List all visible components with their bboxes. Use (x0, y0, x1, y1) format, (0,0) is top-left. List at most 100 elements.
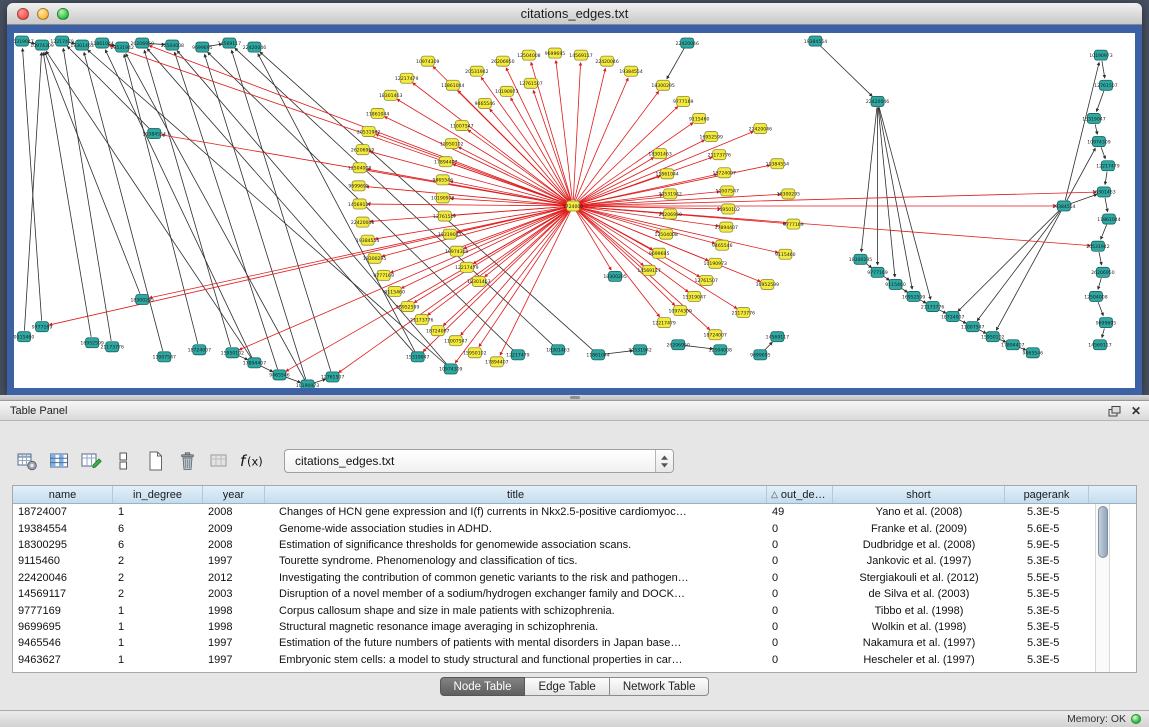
column-header-pagerank[interactable]: pagerank (1005, 486, 1089, 503)
table-row[interactable]: 1830029562008Estimation of significance … (13, 537, 1136, 553)
network-node[interactable]: 17894407 (485, 357, 508, 367)
tab-network-table[interactable]: Network Table (610, 677, 710, 696)
network-canvas-svg[interactable]: 1724000109743091221747918301463118610442… (14, 33, 1135, 388)
network-node[interactable]: 18300295 (651, 80, 674, 90)
network-node[interactable]: 20531942 (628, 345, 651, 355)
network-node[interactable]: 26206950 (666, 340, 689, 350)
network-node[interactable]: 12217479 (395, 73, 418, 83)
network-node[interactable]: 12504008 (161, 40, 184, 50)
network-node[interactable]: 12761507 (695, 275, 718, 285)
column-header-year[interactable]: year (203, 486, 265, 503)
network-node[interactable]: 12504008 (348, 163, 371, 173)
network-node[interactable]: 17894407 (434, 157, 457, 167)
network-node[interactable]: 11861044 (586, 350, 609, 360)
network-node[interactable]: 20531942 (1086, 241, 1109, 251)
network-node[interactable]: 9699695 (348, 181, 369, 191)
network-node[interactable]: 15319047 (406, 352, 429, 362)
table-row[interactable]: 969969511998Structural magnetic resonanc… (13, 619, 1136, 635)
table-mode-icon[interactable] (14, 448, 40, 474)
network-node[interactable]: 26206950 (658, 209, 681, 219)
delete-table-icon[interactable] (174, 448, 200, 474)
network-node[interactable]: 12504008 (1084, 291, 1107, 301)
network-node[interactable]: 10190973 (1089, 50, 1112, 60)
network-node[interactable]: 10190973 (495, 86, 518, 96)
network-node[interactable]: 10974309 (416, 56, 439, 66)
network-node[interactable]: 11007547 (444, 336, 467, 346)
network-node[interactable]: 16952599 (902, 291, 925, 301)
float-panel-icon[interactable] (1108, 406, 1121, 417)
network-node[interactable]: 12761507 (519, 78, 542, 88)
column-header-in_degree[interactable]: in_degree (113, 486, 203, 503)
network-node[interactable]: 9115460 (885, 279, 906, 289)
network-node[interactable]: 9699695 (1096, 318, 1117, 328)
minimize-window-button[interactable] (37, 8, 49, 20)
column-header-name[interactable]: name (13, 486, 113, 503)
network-node[interactable]: 11007547 (450, 120, 473, 130)
network-node[interactable]: 22420046 (243, 42, 266, 52)
network-node[interactable]: 9777169 (867, 267, 888, 277)
zoom-window-button[interactable] (57, 8, 69, 20)
network-node[interactable]: 14569117 (1088, 340, 1111, 350)
network-node[interactable]: 22420046 (675, 38, 698, 48)
network-node[interactable]: 21173776 (732, 308, 755, 318)
network-node[interactable]: 18301463 (1092, 187, 1115, 197)
network-node[interactable]: 9465546 (433, 175, 454, 185)
table-scrollbar[interactable] (1095, 504, 1110, 672)
table-row[interactable]: 946362711997Embryonic stem cells: a mode… (13, 652, 1136, 668)
network-node[interactable]: 20531942 (658, 189, 681, 199)
network-node[interactable]: 12761507 (433, 211, 456, 221)
network-node[interactable]: 12217479 (455, 262, 478, 272)
network-node[interactable]: 20531942 (465, 66, 488, 76)
network-node[interactable]: 18724007 (188, 345, 211, 355)
network-node[interactable]: 15319047 (1082, 113, 1105, 123)
network-node[interactable]: 18300295 (131, 294, 154, 304)
network-node[interactable]: 18300295 (363, 253, 386, 263)
network-node[interactable]: 22420046 (866, 96, 889, 106)
network-node[interactable]: 12504008 (517, 50, 540, 60)
network-node[interactable]: 14569117 (348, 199, 371, 209)
show-rows-icon[interactable] (110, 448, 136, 474)
column-header-short[interactable]: short (833, 486, 1005, 503)
table-selector-dropdown[interactable]: citations_edges.txt (284, 449, 674, 473)
close-window-button[interactable] (17, 8, 29, 20)
network-node[interactable]: 18300295 (777, 189, 800, 199)
network-node[interactable]: 17894407 (715, 222, 738, 232)
network-node[interactable]: 26206950 (1091, 267, 1114, 277)
network-node[interactable]: 14569117 (766, 332, 789, 342)
import-table-icon[interactable] (206, 448, 232, 474)
table-row[interactable]: 2242004622012Investigating the contribut… (13, 570, 1136, 586)
network-node[interactable]: 20531942 (357, 127, 380, 137)
column-header-title[interactable]: title (265, 486, 767, 503)
network-node[interactable]: 26206950 (351, 145, 374, 155)
network-node[interactable]: 14569117 (218, 38, 241, 48)
network-node[interactable]: 14569117 (637, 265, 660, 275)
tab-node-table[interactable]: Node Table (440, 677, 526, 696)
table-row[interactable]: 977716911998Corpus callosum shape and si… (13, 602, 1136, 618)
network-node[interactable]: 11861044 (441, 80, 464, 90)
network-node[interactable]: 18724007 (713, 168, 736, 178)
network-node[interactable]: 12217479 (652, 318, 675, 328)
network-node[interactable]: 15950102 (717, 204, 740, 214)
network-node[interactable]: 21173776 (410, 315, 433, 325)
network-node[interactable]: 10190973 (296, 380, 319, 388)
network-node[interactable]: 15950102 (463, 348, 486, 358)
network-node[interactable]: 19384554 (766, 159, 789, 169)
create-table-icon[interactable] (142, 448, 168, 474)
network-node[interactable]: 12761507 (1094, 80, 1117, 90)
network-node[interactable]: 11007547 (716, 186, 739, 196)
table-row[interactable]: 1872400712008Changes of HCN gene express… (13, 504, 1136, 520)
network-node[interactable]: 11007547 (153, 352, 176, 362)
network-node[interactable]: 14569117 (569, 50, 592, 60)
network-node[interactable]: 21173776 (708, 150, 731, 160)
network-node[interactable]: 18301463 (546, 345, 569, 355)
table-row[interactable]: 1938455462009Genome-wide association stu… (13, 520, 1136, 536)
network-node[interactable]: 16952599 (700, 132, 723, 142)
network-node[interactable]: 19384554 (1052, 201, 1075, 211)
dropdown-stepper-icon[interactable] (655, 450, 673, 472)
network-node[interactable]: 26206950 (491, 56, 514, 66)
network-node[interactable]: 15319047 (683, 291, 706, 301)
network-node[interactable]: 12761507 (321, 372, 344, 382)
network-node[interactable]: 9777169 (673, 96, 694, 106)
network-node[interactable]: 11861044 (366, 108, 389, 118)
network-node[interactable]: 18301463 (379, 90, 402, 100)
